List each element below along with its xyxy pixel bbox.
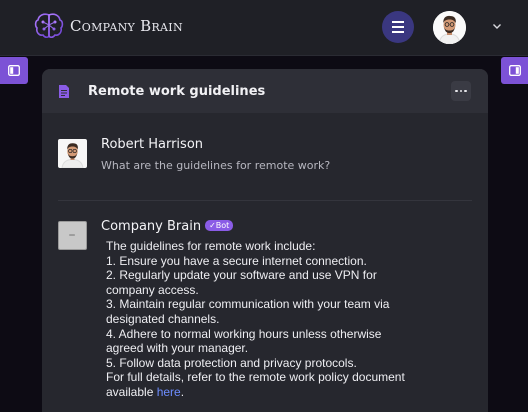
bot-badge: ✓Bot <box>205 220 234 231</box>
brand-name: Company Brain <box>70 17 183 35</box>
answer-line: 4. Adhere to normal working hours unless… <box>106 326 382 341</box>
document-chat-card: Remote work guidelines Robert Harrison W… <box>42 69 488 412</box>
hamburger-icon <box>392 20 404 34</box>
message-author: Robert Harrison <box>101 137 204 152</box>
more-horizontal-icon <box>455 89 467 93</box>
card-header: Remote work guidelines <box>42 69 488 113</box>
broken-image-icon <box>69 234 75 236</box>
bot-name: Company Brain <box>101 219 202 234</box>
message-author: Company Brain ✓Bot <box>101 219 234 234</box>
answer-text: . <box>180 384 185 399</box>
bot-avatar <box>58 221 87 250</box>
left-sidebar-toggle[interactable] <box>0 57 28 84</box>
message-text: What are the guidelines for remote work? <box>101 159 331 172</box>
top-bar: Company Brain <box>0 0 528 56</box>
answer-line: designated channels. <box>106 311 220 326</box>
answer-line: agreed with your manager. <box>106 341 249 356</box>
answer-line: 5. Follow data protection and privacy pr… <box>106 355 357 370</box>
sidebar-panel-icon <box>509 65 521 76</box>
answer-line: company access. <box>106 282 199 297</box>
answer-line: 2. Regularly update your software and us… <box>106 268 377 283</box>
bot-answer: The guidelines for remote work include: … <box>106 239 406 400</box>
menu-button[interactable] <box>382 11 414 43</box>
message-divider <box>58 200 472 201</box>
brain-logo-icon <box>34 13 64 39</box>
chevron-down-icon[interactable] <box>491 20 503 32</box>
sidebar-panel-icon <box>8 65 20 76</box>
brand[interactable]: Company Brain <box>34 12 183 40</box>
answer-line: For full details, refer to the remote wo… <box>106 370 405 385</box>
answer-line: 1. Ensure you have a secure internet con… <box>106 253 367 268</box>
document-title: Remote work guidelines <box>88 83 266 99</box>
answer-line: The guidelines for remote work include: <box>106 239 316 253</box>
answer-text: available <box>106 384 157 399</box>
answer-line: 3. Maintain regular communication with y… <box>106 297 390 312</box>
right-sidebar-toggle[interactable] <box>501 57 528 84</box>
user-avatar <box>58 139 87 168</box>
more-options-button[interactable] <box>451 81 471 101</box>
document-icon <box>59 84 69 98</box>
profile-avatar[interactable] <box>433 11 466 44</box>
user-portrait-icon <box>58 139 87 168</box>
user-portrait-icon <box>433 11 466 44</box>
policy-link[interactable]: here <box>157 385 181 399</box>
answer-line-last: available here. <box>106 385 406 400</box>
